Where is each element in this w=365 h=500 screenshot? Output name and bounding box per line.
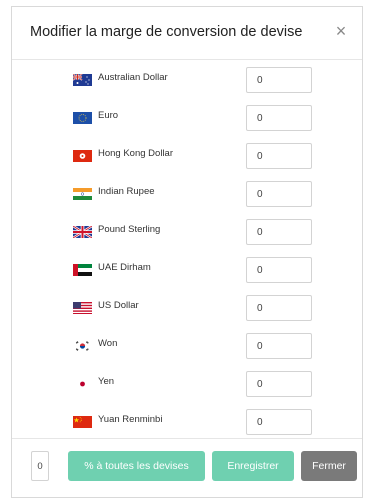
flag-japan-icon bbox=[73, 378, 92, 390]
margin-input-uae-dirham[interactable] bbox=[246, 257, 312, 283]
currency-row: Australian Dollar bbox=[12, 63, 362, 101]
currency-row: Indian Rupee bbox=[12, 177, 362, 215]
margin-input-euro[interactable] bbox=[246, 105, 312, 131]
margin-input-us-dollar[interactable] bbox=[246, 295, 312, 321]
currency-name: UAE Dirham bbox=[98, 262, 151, 273]
currency-name: Yuan Renminbi bbox=[98, 414, 163, 425]
currency-name: Won bbox=[98, 338, 118, 349]
margin-input-indian-rupee[interactable] bbox=[246, 181, 312, 207]
currency-name: Hong Kong Dollar bbox=[98, 148, 173, 159]
save-button[interactable]: Enregistrer bbox=[212, 451, 294, 481]
flag-india-icon bbox=[73, 188, 92, 200]
modal-footer: % à toutes les devises Enregistrer Ferme… bbox=[12, 438, 362, 497]
currency-name: Yen bbox=[98, 376, 115, 387]
currency-row: US Dollar bbox=[12, 291, 362, 329]
currency-row: Yen bbox=[12, 367, 362, 405]
currency-name: Australian Dollar bbox=[98, 72, 168, 83]
flag-eu-icon bbox=[73, 112, 92, 124]
apply-to-all-currencies-button[interactable]: % à toutes les devises bbox=[68, 451, 205, 481]
currency-name: Indian Rupee bbox=[98, 186, 155, 197]
modal-header: Modifier la marge de conversion de devis… bbox=[12, 7, 362, 60]
modal-title: Modifier la marge de conversion de devis… bbox=[30, 24, 303, 40]
margin-input-yen[interactable] bbox=[246, 371, 312, 397]
margin-input-yuan-renminbi[interactable] bbox=[246, 409, 312, 435]
flag-uae-icon bbox=[73, 264, 92, 276]
margin-input-won[interactable] bbox=[246, 333, 312, 359]
margin-input-hong-kong-dollar[interactable] bbox=[246, 143, 312, 169]
flag-usa-icon bbox=[73, 302, 92, 314]
flag-hong-kong-icon bbox=[73, 150, 92, 162]
flag-uk-icon bbox=[73, 226, 92, 238]
margin-input-pound-sterling[interactable] bbox=[246, 219, 312, 245]
currency-name: US Dollar bbox=[98, 300, 139, 311]
margin-input-australian-dollar[interactable] bbox=[246, 67, 312, 93]
currency-margin-modal: Modifier la marge de conversion de devis… bbox=[11, 6, 363, 498]
close-icon[interactable]: × bbox=[330, 20, 352, 42]
currency-name: Pound Sterling bbox=[98, 224, 161, 235]
flag-china-icon bbox=[73, 416, 92, 428]
currency-row: Hong Kong Dollar bbox=[12, 139, 362, 177]
currency-row: Won bbox=[12, 329, 362, 367]
currency-row: Euro bbox=[12, 101, 362, 139]
global-margin-input[interactable] bbox=[31, 451, 49, 481]
flag-south-korea-icon bbox=[73, 340, 92, 352]
flag-australia-icon bbox=[73, 74, 92, 86]
close-button[interactable]: Fermer bbox=[301, 451, 357, 481]
currency-name: Euro bbox=[98, 110, 119, 121]
currency-row: Pound Sterling bbox=[12, 215, 362, 253]
currency-row: UAE Dirham bbox=[12, 253, 362, 291]
